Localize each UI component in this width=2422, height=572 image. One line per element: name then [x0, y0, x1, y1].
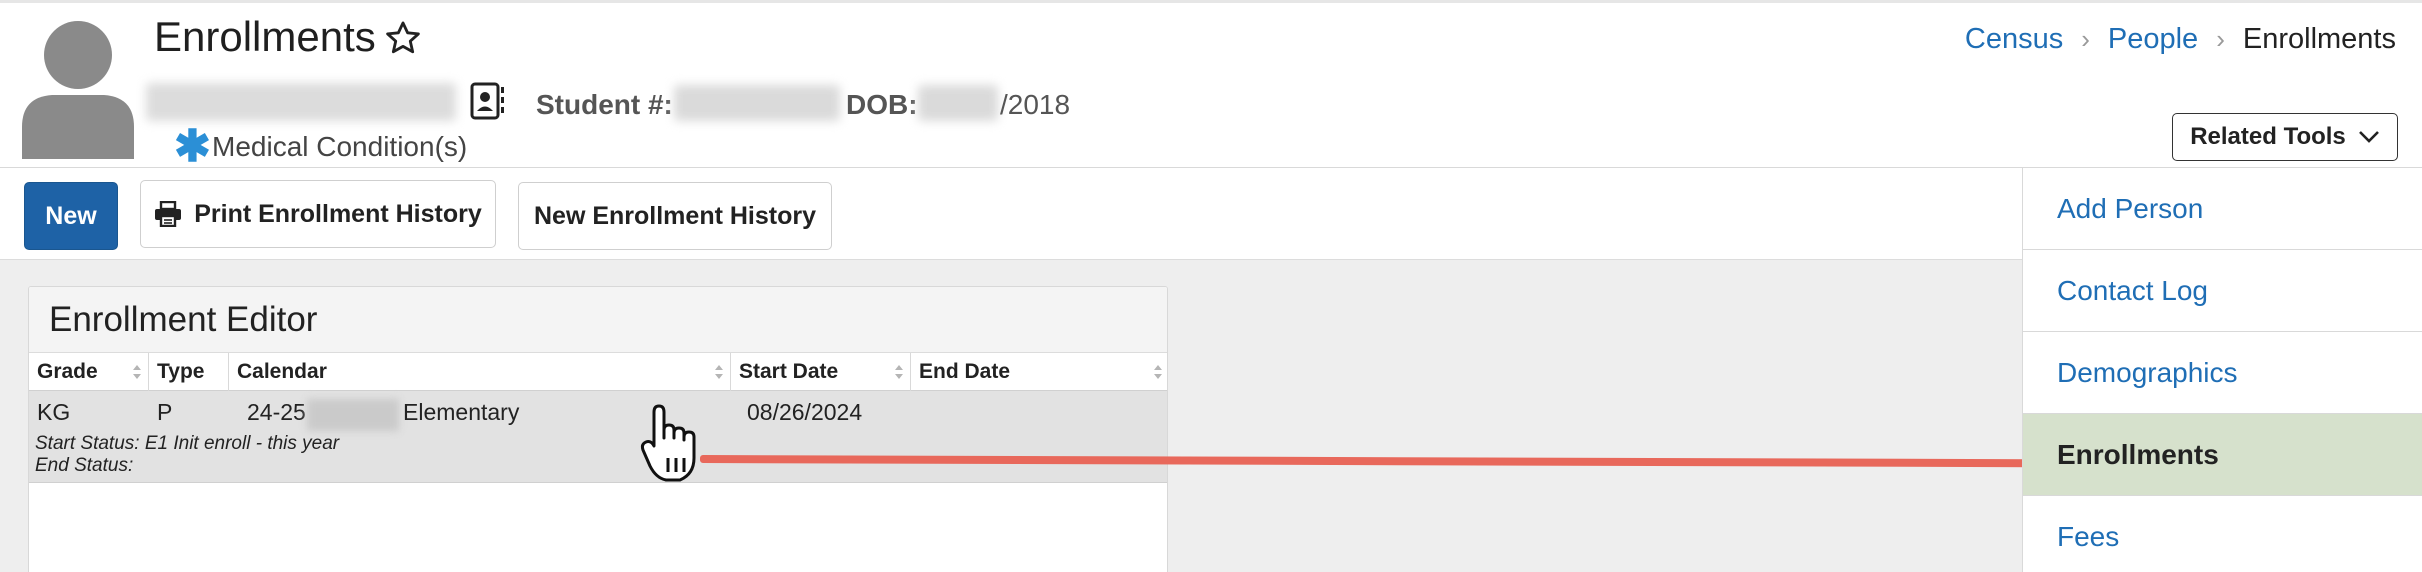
cell-calendar-suffix: Elementary — [403, 399, 520, 425]
print-enrollment-history-label: Print Enrollment History — [194, 199, 482, 228]
chevron-down-icon — [2358, 131, 2379, 143]
cell-type: P — [157, 399, 173, 425]
student-number-label: Student #: — [536, 89, 673, 120]
dob-year: /2018 — [1000, 89, 1071, 120]
chevron-right-icon: › — [2081, 24, 2090, 54]
column-header-type[interactable]: Type — [149, 353, 229, 391]
dob-redacted — [918, 85, 998, 121]
sort-icon — [1154, 365, 1162, 379]
student-number-redacted — [674, 85, 840, 121]
enrollment-editor-panel: Enrollment Editor Grade Type Calendar St… — [28, 286, 1168, 572]
column-label: End Date — [919, 360, 1011, 383]
sidebar-item-demographics[interactable]: Demographics — [2023, 332, 2422, 414]
column-label: Grade — [37, 360, 98, 383]
new-enrollment-history-button[interactable]: New Enrollment History — [518, 182, 832, 250]
column-label: Calendar — [237, 360, 327, 383]
print-enrollment-history-button[interactable]: Print Enrollment History — [140, 180, 496, 248]
dob-label: DOB: — [846, 89, 918, 120]
breadcrumb: Census › People › Enrollments — [1965, 23, 2396, 56]
cell-calendar-prefix: 24-25 — [247, 399, 306, 425]
sort-icon — [715, 365, 723, 379]
table-row[interactable]: KG P 24-25 Elementary 08/26/2024 Start S… — [29, 391, 1167, 483]
student-name-redacted — [146, 83, 456, 121]
toolbar: New Print Enrollment History New Enrollm… — [0, 168, 2022, 260]
grid-header: Grade Type Calendar Start Date End Date — [29, 353, 1167, 391]
enrollment-editor-title: Enrollment Editor — [29, 287, 1167, 353]
cell-start-date: 08/26/2024 — [747, 399, 863, 425]
column-header-start-date[interactable]: Start Date — [731, 353, 911, 391]
medical-condition-link[interactable]: Medical Condition(s) — [212, 131, 467, 163]
main-content: Enrollment Editor Grade Type Calendar St… — [0, 260, 2022, 572]
sidebar-item-enrollments[interactable]: Enrollments — [2023, 414, 2422, 496]
hand-pointer-cursor-icon — [640, 404, 696, 482]
sidebar-item-fees[interactable]: Fees — [2023, 496, 2422, 572]
sort-icon — [895, 365, 903, 379]
new-button[interactable]: New — [24, 182, 118, 250]
column-header-end-date[interactable]: End Date — [911, 353, 1167, 391]
sidebar-item-add-person[interactable]: Add Person — [2023, 168, 2422, 250]
avatar — [22, 21, 134, 159]
printer-icon — [155, 201, 182, 227]
contact-card-icon[interactable] — [470, 81, 506, 121]
start-status: Start Status: E1 Init enroll - this year — [35, 433, 340, 454]
page-title: Enrollments — [154, 13, 376, 60]
calendar-name-redacted — [307, 399, 399, 431]
related-tools-button[interactable]: Related Tools — [2172, 113, 2398, 161]
breadcrumb-census[interactable]: Census — [1965, 23, 2063, 56]
end-status: End Status: — [35, 455, 134, 476]
column-header-calendar[interactable]: Calendar — [229, 353, 731, 391]
column-label: Type — [157, 360, 205, 383]
sidebar-item-contact-log[interactable]: Contact Log — [2023, 250, 2422, 332]
breadcrumb-enrollments: Enrollments — [2242, 23, 2396, 55]
column-header-grade[interactable]: Grade — [29, 353, 149, 391]
asterisk-icon: ✱ — [174, 122, 211, 171]
related-tools-label: Related Tools — [2190, 123, 2346, 150]
page-header: Enrollments Student #: DOB: /2018 ✱ Medi… — [0, 0, 2422, 171]
chevron-right-icon: › — [2216, 24, 2225, 54]
column-label: Start Date — [739, 360, 839, 383]
cell-grade: KG — [37, 399, 71, 425]
star-icon[interactable] — [384, 19, 422, 57]
sort-icon — [133, 365, 141, 379]
related-tools-sidebar: Add Person Contact Log Demographics Enro… — [2022, 168, 2422, 572]
breadcrumb-people[interactable]: People — [2108, 23, 2198, 56]
